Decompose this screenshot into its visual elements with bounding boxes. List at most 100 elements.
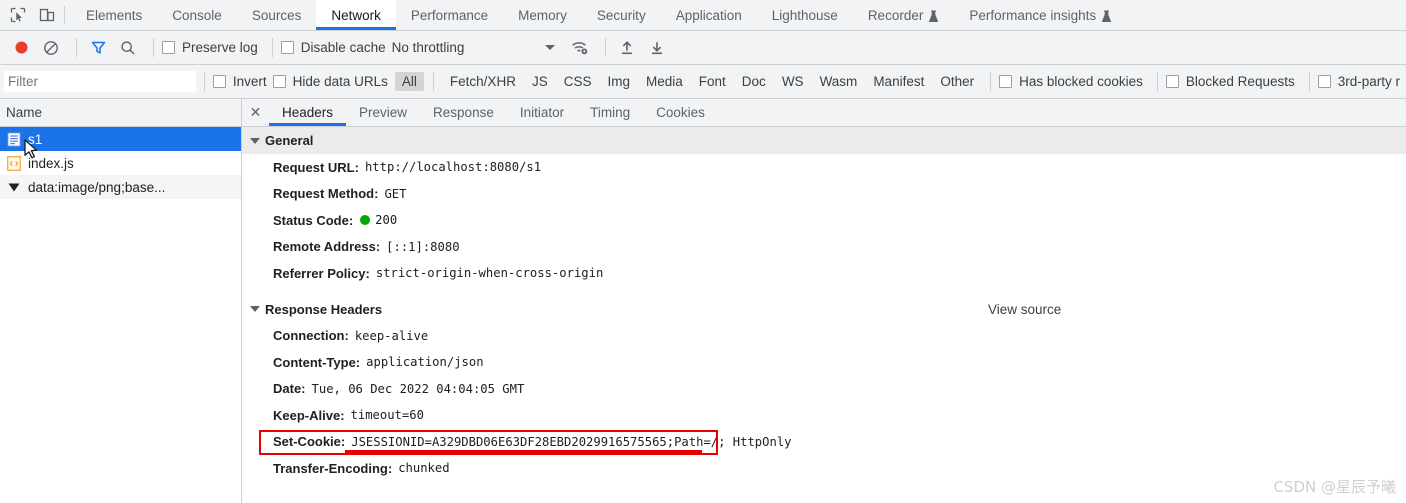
tab-timing[interactable]: Timing: [577, 99, 643, 126]
hide-data-urls-checkbox[interactable]: Hide data URLs: [273, 74, 388, 89]
filterbar-divider: [204, 72, 205, 91]
view-source-link[interactable]: View source: [988, 302, 1061, 317]
import-har-icon[interactable]: [614, 35, 640, 61]
request-name: index.js: [28, 156, 74, 171]
tab-sources[interactable]: Sources: [237, 0, 317, 30]
tab-label: Sources: [252, 8, 302, 23]
filter-type-wasm[interactable]: Wasm: [813, 72, 865, 91]
header-key: Request Method:: [273, 186, 378, 201]
js-script-icon: [6, 156, 21, 171]
filter-type-label: All: [402, 74, 417, 89]
filter-type-media[interactable]: Media: [639, 72, 690, 91]
checkbox-box[interactable]: [162, 41, 175, 54]
clear-button[interactable]: [38, 35, 64, 61]
has-blocked-cookies-checkbox[interactable]: Has blocked cookies: [999, 74, 1143, 89]
record-button[interactable]: [8, 35, 34, 61]
has-blocked-cookies-label: Has blocked cookies: [1019, 74, 1143, 89]
close-icon[interactable]: ✕: [242, 99, 269, 126]
disable-cache-checkbox[interactable]: Disable cache: [281, 40, 386, 55]
general-row-remote-address: Remote Address: [::1]:8080: [242, 234, 1406, 261]
filter-type-fetch-xhr[interactable]: Fetch/XHR: [443, 72, 523, 91]
header-key: Status Code:: [273, 213, 353, 228]
tab-preview[interactable]: Preview: [346, 99, 420, 126]
tab-network[interactable]: Network: [316, 0, 396, 30]
header-key: Set-Cookie:: [273, 434, 345, 449]
tab-response[interactable]: Response: [420, 99, 507, 126]
response-headers-section-header[interactable]: Response Headers View source: [242, 296, 1406, 323]
details-tabs: ✕ Headers Preview Response Initiator Tim…: [242, 99, 1406, 127]
general-section-header[interactable]: General: [242, 127, 1406, 154]
filter-type-font[interactable]: Font: [692, 72, 733, 91]
tab-cookies[interactable]: Cookies: [643, 99, 718, 126]
details-tab-label: Initiator: [520, 105, 564, 120]
filter-type-img[interactable]: Img: [600, 72, 637, 91]
header-value: http://localhost:8080/s1: [365, 160, 541, 174]
throttling-select[interactable]: No throttling: [392, 40, 465, 55]
filter-type-other[interactable]: Other: [933, 72, 981, 91]
network-conditions-icon[interactable]: [567, 35, 593, 61]
preserve-log-checkbox[interactable]: Preserve log: [162, 40, 258, 55]
export-har-icon[interactable]: [644, 35, 670, 61]
tab-label: Network: [331, 8, 381, 23]
details-tab-label: Response: [433, 105, 494, 120]
filterbar-divider: [1157, 72, 1158, 91]
filter-type-js[interactable]: JS: [525, 72, 555, 91]
checkbox-box[interactable]: [1318, 75, 1331, 88]
filter-type-doc[interactable]: Doc: [735, 72, 773, 91]
details-tab-label: Preview: [359, 105, 407, 120]
toolbar-divider: [153, 38, 154, 57]
toolbar-divider: [605, 38, 606, 57]
checkbox-box[interactable]: [999, 75, 1012, 88]
annotation-red-underline: [345, 450, 702, 453]
set-cookie-attributes: Path=/; HttpOnly: [674, 435, 791, 449]
filter-type-label: Wasm: [820, 74, 858, 89]
tab-headers[interactable]: Headers: [269, 99, 346, 126]
checkbox-box[interactable]: [1166, 75, 1179, 88]
inspect-element-icon[interactable]: [8, 6, 27, 25]
column-header-name: Name: [6, 105, 42, 120]
request-row-data-image[interactable]: data:image/png;base...: [0, 175, 241, 199]
tab-elements[interactable]: Elements: [71, 0, 157, 30]
network-filterbar: Invert Hide data URLs All Fetch/XHR JS C…: [0, 65, 1406, 99]
filter-type-all[interactable]: All: [395, 72, 424, 91]
filter-type-manifest[interactable]: Manifest: [866, 72, 931, 91]
hide-data-urls-label: Hide data URLs: [293, 74, 388, 89]
filterbar-divider: [1309, 72, 1310, 91]
checkbox-box[interactable]: [213, 75, 226, 88]
chevron-down-icon[interactable]: [545, 45, 555, 50]
device-toolbar-icon[interactable]: [37, 6, 56, 25]
checkbox-box[interactable]: [281, 41, 294, 54]
tab-security[interactable]: Security: [582, 0, 661, 30]
filter-input[interactable]: [4, 71, 196, 92]
filter-type-label: Manifest: [873, 74, 924, 89]
invert-checkbox[interactable]: Invert: [213, 74, 267, 89]
tab-label: Performance: [411, 8, 488, 23]
preserve-log-label: Preserve log: [182, 40, 258, 55]
flask-icon: [1101, 10, 1112, 23]
third-party-requests-checkbox[interactable]: 3rd-party r: [1318, 74, 1400, 89]
tab-memory[interactable]: Memory: [503, 0, 582, 30]
request-row-index-js[interactable]: index.js: [0, 151, 241, 175]
tab-initiator[interactable]: Initiator: [507, 99, 577, 126]
filter-type-ws[interactable]: WS: [775, 72, 811, 91]
filter-type-css[interactable]: CSS: [557, 72, 599, 91]
tab-performance-insights[interactable]: Performance insights: [954, 0, 1127, 30]
disable-cache-label: Disable cache: [301, 40, 386, 55]
tab-performance[interactable]: Performance: [396, 0, 503, 30]
header-key: Remote Address:: [273, 239, 380, 254]
search-icon[interactable]: [115, 35, 141, 61]
tab-lighthouse[interactable]: Lighthouse: [757, 0, 853, 30]
tab-recorder[interactable]: Recorder: [853, 0, 955, 30]
request-row-s1[interactable]: s1: [0, 127, 241, 151]
general-section-title: General: [265, 133, 313, 148]
blocked-requests-checkbox[interactable]: Blocked Requests: [1166, 74, 1295, 89]
general-row-request-url: Request URL: http://localhost:8080/s1: [242, 154, 1406, 181]
tab-application[interactable]: Application: [661, 0, 757, 30]
general-row-status-code: Status Code: 200: [242, 207, 1406, 234]
checkbox-box[interactable]: [273, 75, 286, 88]
filter-type-label: CSS: [564, 74, 592, 89]
filter-toggle-button[interactable]: [85, 35, 111, 61]
set-cookie-session-value: JSESSIONID=A329DBD06E63DF28EBD2029916575…: [351, 435, 674, 449]
tab-console[interactable]: Console: [157, 0, 237, 30]
filter-type-label: Font: [699, 74, 726, 89]
